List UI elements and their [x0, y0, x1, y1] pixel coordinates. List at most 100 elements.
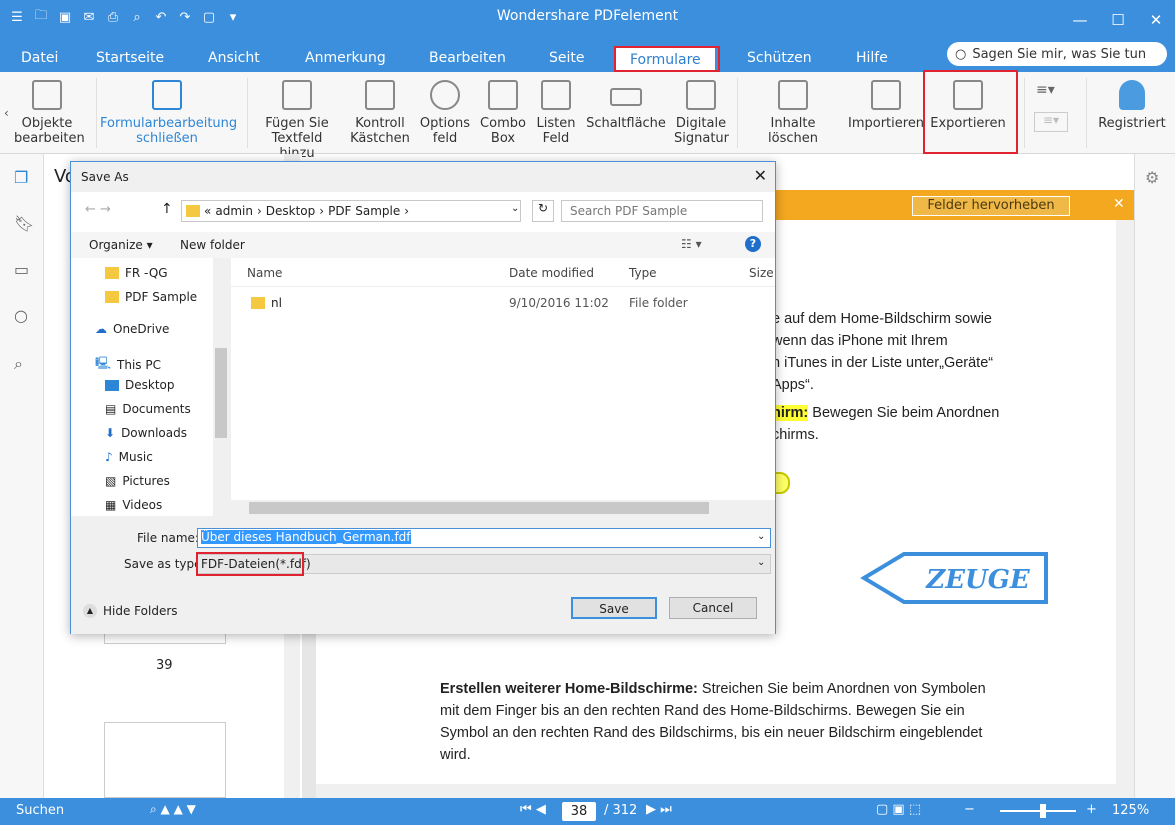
hide-folders-button[interactable]: ▲ Hide Folders — [83, 604, 178, 618]
listenfeld-button[interactable]: Listen Feld — [534, 80, 578, 146]
importieren-label: Importieren — [848, 116, 925, 131]
dialog-bottom: File name: Über dieses Handbuch_German.f… — [71, 516, 775, 634]
cancel-button[interactable]: Cancel — [669, 597, 757, 619]
kontrollkaestchen-button[interactable]: Kontroll Kästchen — [350, 80, 410, 146]
nav-item-pdf-sample[interactable]: PDF Sample — [105, 290, 197, 304]
file-name-input[interactable]: Über dieses Handbuch_German.fdf — [197, 528, 771, 548]
address-pdfsample[interactable]: PDF Sample — [328, 204, 400, 218]
radio-icon — [430, 80, 460, 110]
maximize-button[interactable]: ☐ — [1099, 0, 1137, 40]
tab-seite[interactable]: Seite — [549, 50, 585, 66]
nav-item-fr-qg[interactable]: FR -QG — [105, 266, 168, 280]
find-nav-icons[interactable]: ⌕ ▲ ▲ ▼ — [150, 802, 196, 817]
objekte-bearbeiten-button[interactable]: Objekte bearbeiten — [14, 80, 85, 146]
zoom-in-icon[interactable]: + — [1086, 802, 1097, 817]
help-search[interactable]: ○ Sagen Sie mir, was Sie tun — [947, 42, 1167, 66]
optionsfeld-button[interactable]: Options feld — [418, 80, 472, 146]
zoom-out-icon[interactable]: − — [964, 802, 975, 817]
dialog-search-input[interactable]: Search PDF Sample — [561, 200, 763, 222]
thumbnail-page-40[interactable] — [104, 722, 226, 798]
combobox-icon — [488, 80, 518, 110]
address-dropdown-icon[interactable]: ⌄ — [511, 203, 519, 214]
column-name[interactable]: Name — [247, 266, 282, 280]
file-name-dropdown-icon[interactable]: ⌄ — [757, 531, 765, 542]
inhalte-loeschen-button[interactable]: Inhalte löschen — [744, 80, 842, 146]
nav-item-this-pc[interactable]: 🖳 This PC — [95, 354, 161, 375]
first-page-icon[interactable]: ⏮ ◀ — [520, 802, 546, 817]
up-folder-icon[interactable]: ↑ — [161, 201, 173, 217]
importieren-button[interactable]: Importieren — [848, 80, 924, 131]
save-button[interactable]: Save — [571, 597, 657, 619]
close-button[interactable]: ✕ — [1137, 0, 1175, 40]
nav-item-pictures[interactable]: ▧ Pictures — [105, 474, 170, 488]
document-scrollbar[interactable] — [1116, 220, 1134, 798]
close-bar-icon[interactable]: ✕ — [1113, 196, 1125, 212]
nav-item-desktop[interactable]: Desktop — [105, 378, 175, 392]
zoom-level[interactable]: 125% — [1112, 803, 1149, 818]
dialog-close-icon[interactable]: ✕ — [754, 166, 767, 185]
nav-scrollbar[interactable] — [213, 258, 229, 516]
combo-label: Combo Box — [480, 116, 526, 146]
nav-item-downloads[interactable]: ⬇ Downloads — [105, 426, 187, 440]
tab-schuetzen[interactable]: Schützen — [747, 50, 812, 66]
nav-item-documents[interactable]: ▤ Documents — [105, 402, 191, 416]
table-row[interactable]: nl — [251, 296, 282, 310]
zoom-slider-thumb[interactable] — [1040, 804, 1046, 818]
bookmark-icon[interactable]: 🔖︎ — [14, 214, 34, 233]
back-forward-icons[interactable]: ← → — [85, 202, 111, 217]
tab-anmerkung[interactable]: Anmerkung — [305, 50, 386, 66]
doc-para-line-3: Symbol an den rechten Rand des Bildschir… — [440, 725, 983, 741]
help-icon[interactable]: ? — [745, 236, 761, 252]
pages-icon[interactable]: ❐ — [14, 168, 32, 187]
doc-line-6: chirms. — [772, 427, 819, 443]
organize-menu[interactable]: Organize ▾ — [89, 238, 153, 252]
tab-bearbeiten[interactable]: Bearbeiten — [429, 50, 506, 66]
right-sidebar: ⚙ — [1134, 154, 1175, 798]
tab-ansicht[interactable]: Ansicht — [208, 50, 260, 66]
file-type-cell: File folder — [629, 296, 688, 310]
save-type-dropdown-icon[interactable]: ⌄ — [757, 557, 765, 568]
document-hscrollbar[interactable] — [316, 784, 1116, 798]
align-icon[interactable]: ≡▾ — [1036, 82, 1055, 98]
schaltflaeche-button[interactable]: Schaltfläche — [584, 80, 668, 131]
nav-item-onedrive[interactable]: ☁ OneDrive — [95, 322, 169, 336]
downloads-icon: ⬇ — [105, 426, 116, 440]
column-size[interactable]: Size — [749, 266, 774, 280]
tab-hilfe[interactable]: Hilfe — [856, 50, 888, 66]
formularbearbeitung-schliessen-button[interactable]: Formularbearbeitung schließen — [100, 80, 237, 146]
chevron-up-icon: ▲ — [83, 604, 97, 618]
nav-scroll-thumb[interactable] — [215, 348, 227, 438]
view-options-icon[interactable]: ☷ ▾ — [681, 237, 702, 251]
next-page-icon[interactable]: ▶ ⏭ — [646, 802, 672, 817]
zoom-slider[interactable] — [1000, 810, 1076, 812]
nav-item-videos[interactable]: ▦ Videos — [105, 498, 162, 512]
textfeld-button[interactable]: Fügen Sie Textfeld hinzu — [252, 80, 342, 161]
refresh-icon[interactable]: ↻ — [532, 200, 554, 222]
comment-icon[interactable]: ▭ — [14, 260, 32, 279]
tab-startseite[interactable]: Startseite — [96, 50, 164, 66]
ribbon-scroll-left-icon[interactable]: ‹ — [4, 106, 9, 120]
registriert-button[interactable]: Registriert — [1094, 80, 1170, 131]
distribute-icon[interactable]: ≡▾ — [1034, 112, 1068, 132]
digitale-signatur-button[interactable]: Digitale Signatur — [674, 80, 729, 146]
file-hscroll-thumb[interactable] — [249, 502, 709, 514]
view-mode-icons[interactable]: ▢ ▣ ⬚ — [876, 802, 921, 817]
settings-gear-icon[interactable]: ⚙ — [1145, 168, 1159, 187]
address-desktop[interactable]: Desktop — [266, 204, 316, 218]
minimize-button[interactable]: — — [1061, 0, 1099, 40]
column-date-modified[interactable]: Date modified — [509, 266, 594, 280]
schalt-label: Schaltfläche — [586, 116, 666, 131]
file-hscrollbar[interactable] — [231, 500, 775, 516]
address-bar[interactable]: « admin › Desktop › PDF Sample › — [181, 200, 521, 222]
new-folder-button[interactable]: New folder — [180, 238, 245, 252]
search-icon[interactable]: ○ — [14, 306, 32, 325]
address-admin[interactable]: admin — [215, 204, 253, 218]
page-number-input[interactable]: 38 — [562, 802, 596, 821]
felder-hervorheben-button[interactable]: Felder hervorheben — [912, 196, 1070, 216]
column-type[interactable]: Type — [629, 266, 657, 280]
search-page-icon[interactable]: ⌕ — [14, 354, 32, 373]
nav-item-music[interactable]: ♪ Music — [105, 450, 153, 464]
nav-label: This PC — [117, 357, 161, 372]
tab-datei[interactable]: Datei — [21, 50, 58, 66]
combobox-button[interactable]: Combo Box — [478, 80, 528, 146]
